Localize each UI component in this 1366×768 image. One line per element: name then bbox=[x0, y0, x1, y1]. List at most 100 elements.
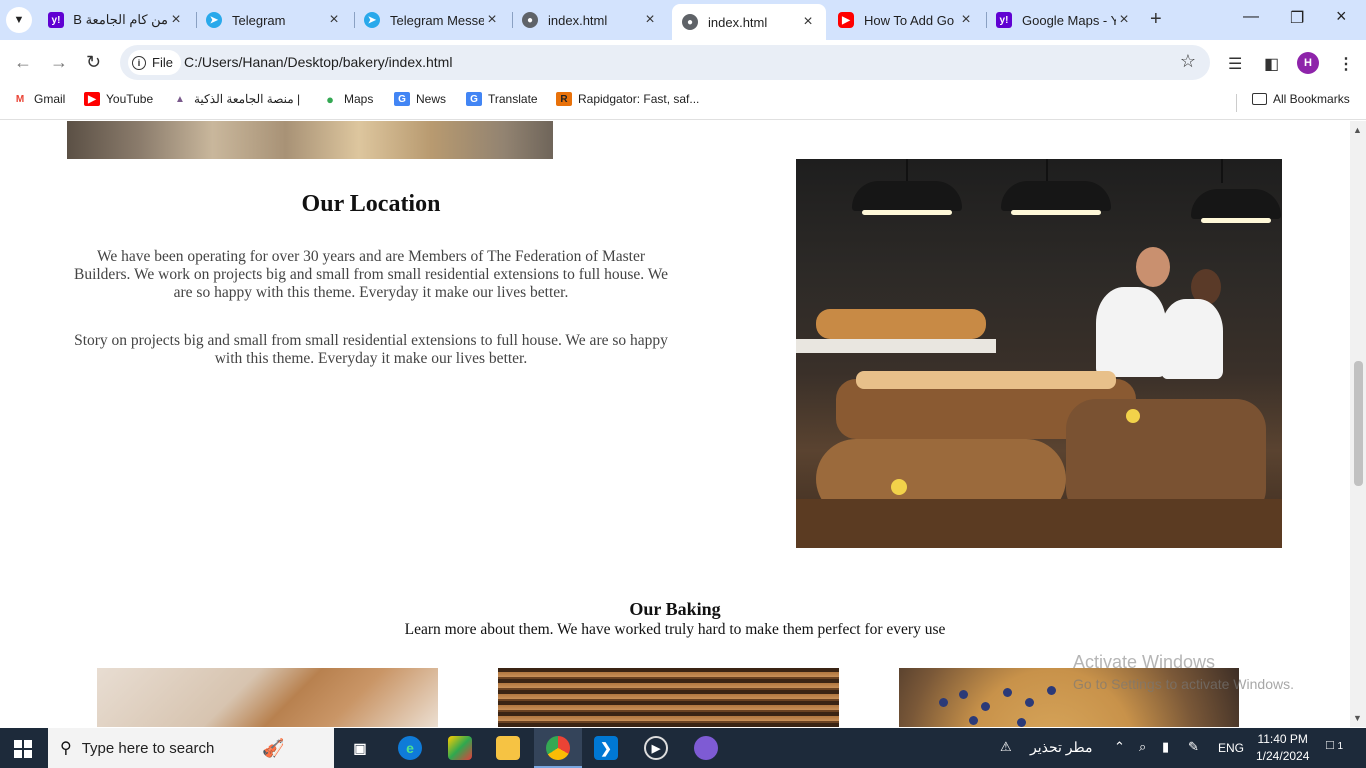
bookmark-maps[interactable]: ● Maps bbox=[322, 91, 374, 107]
new-tab-icon[interactable]: + bbox=[1150, 8, 1162, 31]
tab-search-button[interactable]: ▼ bbox=[6, 7, 32, 33]
bookmark-translate[interactable]: G Translate bbox=[466, 92, 538, 106]
weather-text[interactable]: مطر تحذير bbox=[1030, 739, 1093, 756]
bookmark-star-icon[interactable]: ☆ bbox=[1180, 51, 1196, 72]
globe-icon: ● bbox=[682, 14, 698, 30]
bluestacks-icon[interactable] bbox=[448, 736, 472, 760]
taskbar-search-placeholder: Type here to search bbox=[81, 739, 215, 757]
bookmarks-separator bbox=[1236, 94, 1237, 112]
gmail-icon: M bbox=[15, 93, 25, 105]
close-window-icon[interactable]: × bbox=[1336, 6, 1347, 27]
side-panel-icon[interactable]: ◧ bbox=[1264, 54, 1279, 74]
baking-card-image-2 bbox=[498, 668, 839, 727]
weather-alert-icon[interactable]: ⚠ bbox=[1000, 739, 1012, 755]
notifications-button[interactable]: □ 1 bbox=[1326, 737, 1343, 752]
clock-date: 1/24/2024 bbox=[1256, 749, 1310, 763]
tab-title: Google Maps - Y bbox=[1022, 12, 1116, 28]
media-player-icon[interactable]: ▶ bbox=[644, 736, 668, 760]
close-tab-icon[interactable]: × bbox=[484, 11, 500, 29]
scroll-up-arrow-icon[interactable]: ▲ bbox=[1353, 125, 1362, 135]
close-tab-icon[interactable]: × bbox=[1116, 11, 1132, 29]
vscode-icon[interactable]: ❯ bbox=[594, 736, 618, 760]
chrome-icon[interactable] bbox=[546, 736, 570, 760]
notification-icon: □ bbox=[1326, 737, 1334, 752]
globe-icon: ● bbox=[522, 12, 538, 28]
activate-windows-subtitle: Go to Settings to activate Windows. bbox=[1073, 676, 1294, 692]
baking-heading: Our Baking bbox=[629, 599, 721, 619]
baking-subtitle: Learn more about them. We have worked tr… bbox=[404, 621, 946, 638]
media-controls-icon[interactable]: ☰ bbox=[1228, 54, 1242, 74]
close-tab-icon[interactable]: × bbox=[958, 11, 974, 29]
tab-title: Telegram bbox=[232, 12, 286, 28]
bookmark-youtube[interactable]: ▶ YouTube bbox=[84, 92, 153, 106]
search-highlight-icon: 🎻 bbox=[262, 737, 285, 758]
show-hidden-icons-icon[interactable]: ⌃ bbox=[1114, 739, 1125, 755]
profile-avatar[interactable]: H bbox=[1297, 52, 1319, 74]
youtube-icon: ▶ bbox=[838, 12, 854, 28]
close-tab-icon[interactable]: × bbox=[168, 11, 184, 29]
url-text[interactable]: C:/Users/Hanan/Desktop/bakery/index.html bbox=[184, 54, 452, 70]
battery-icon[interactable]: ▮ bbox=[1162, 739, 1169, 755]
tab-youtube[interactable]: ▶ How To Add Go × bbox=[828, 0, 984, 40]
telegram-icon: ➤ bbox=[206, 12, 222, 28]
tab-title: How To Add Go bbox=[864, 12, 955, 28]
maps-icon: ● bbox=[326, 91, 334, 107]
reload-icon[interactable]: ↻ bbox=[86, 52, 101, 73]
edge-icon[interactable]: e bbox=[398, 736, 422, 760]
tab-yahoo-university[interactable]: y! من كام الجامعة B × bbox=[38, 0, 194, 40]
bookmark-news[interactable]: G News bbox=[394, 92, 446, 106]
page-viewport: Our Location We have been operating for … bbox=[0, 121, 1350, 727]
minimize-icon[interactable]: — bbox=[1243, 8, 1259, 26]
tab-telegram[interactable]: ➤ Telegram × bbox=[196, 0, 352, 40]
translate-icon: G bbox=[466, 92, 482, 106]
location-paragraph-2: Story on projects big and small from sma… bbox=[74, 332, 668, 367]
search-icon: ⚲ bbox=[60, 740, 72, 757]
system-clock[interactable]: 11:40 PM 1/24/2024 bbox=[1256, 731, 1309, 765]
tab-title: index.html bbox=[708, 14, 768, 30]
pen-icon[interactable]: ✎ bbox=[1188, 739, 1199, 755]
yahoo-icon: y! bbox=[48, 12, 64, 28]
close-tab-icon[interactable]: × bbox=[642, 11, 658, 29]
restore-icon[interactable]: ❐ bbox=[1290, 8, 1304, 28]
bookmark-label: منصة الجامعة الذكية | bbox=[194, 92, 301, 106]
bookmark-label: Maps bbox=[344, 92, 374, 106]
bookmark-label: News bbox=[416, 92, 447, 106]
bookmark-label: Rapidgator: Fast, saf... bbox=[578, 92, 700, 106]
notification-count: 1 bbox=[1337, 741, 1344, 752]
browser-toolbar: ← → ↻ i File C:/Users/Hanan/Desktop/bake… bbox=[0, 40, 1366, 86]
all-bookmarks-button[interactable]: All Bookmarks bbox=[1252, 92, 1350, 106]
location-paragraph-1: We have been operating for over 30 years… bbox=[73, 248, 668, 301]
tab-index-html[interactable]: ● index.html × bbox=[512, 0, 668, 40]
taskbar-search-box[interactable]: ⚲ Type here to search 🎻 bbox=[48, 728, 334, 768]
address-bar[interactable]: i File C:/Users/Hanan/Desktop/bakery/ind… bbox=[120, 45, 1210, 80]
bookmark-university[interactable]: ▲ منصة الجامعة الذكية | bbox=[172, 92, 300, 106]
windows-start-icon[interactable] bbox=[14, 740, 32, 758]
network-icon[interactable]: ⌕ bbox=[1139, 739, 1146, 755]
file-explorer-icon[interactable] bbox=[496, 736, 520, 760]
bookmark-label: Gmail bbox=[34, 92, 66, 106]
tab-telegram-messenger[interactable]: ➤ Telegram Messe × bbox=[354, 0, 510, 40]
bookmark-gmail[interactable]: M Gmail bbox=[12, 92, 66, 106]
back-icon[interactable]: ← bbox=[14, 52, 32, 73]
close-tab-icon[interactable]: × bbox=[800, 13, 816, 31]
tab-yahoo-maps[interactable]: y! Google Maps - Y × bbox=[986, 0, 1142, 40]
tab-strip: ▼ y! من كام الجامعة B × ➤ Telegram × ➤ T… bbox=[0, 0, 1366, 40]
tab-index-html-active[interactable]: ● index.html × bbox=[672, 4, 826, 40]
clock-time: 11:40 PM bbox=[1257, 732, 1308, 746]
menu-dots-icon[interactable]: ⋮ bbox=[1338, 54, 1354, 74]
forward-icon[interactable]: → bbox=[50, 52, 68, 73]
yahoo-icon: y! bbox=[996, 12, 1012, 28]
university-icon: ▲ bbox=[175, 93, 185, 105]
bookmark-rapidgator[interactable]: R Rapidgator: Fast, saf... bbox=[556, 92, 699, 106]
scrollbar-thumb[interactable] bbox=[1354, 361, 1363, 486]
location-heading: Our Location bbox=[301, 191, 441, 217]
scroll-down-arrow-icon[interactable]: ▼ bbox=[1353, 713, 1362, 723]
close-tab-icon[interactable]: × bbox=[326, 11, 342, 29]
task-view-icon[interactable]: ▣ bbox=[348, 736, 372, 760]
site-info-chip[interactable]: i File bbox=[128, 50, 181, 75]
bookmark-label: Translate bbox=[488, 92, 538, 106]
language-indicator[interactable]: ENG bbox=[1218, 741, 1244, 755]
windows-taskbar: ⚲ Type here to search 🎻 ▣ e ❯ ▶ ⚠ مطر تح… bbox=[0, 728, 1366, 768]
paint-icon[interactable] bbox=[694, 736, 718, 760]
page-scrollbar[interactable]: ▲ ▼ bbox=[1350, 121, 1366, 727]
